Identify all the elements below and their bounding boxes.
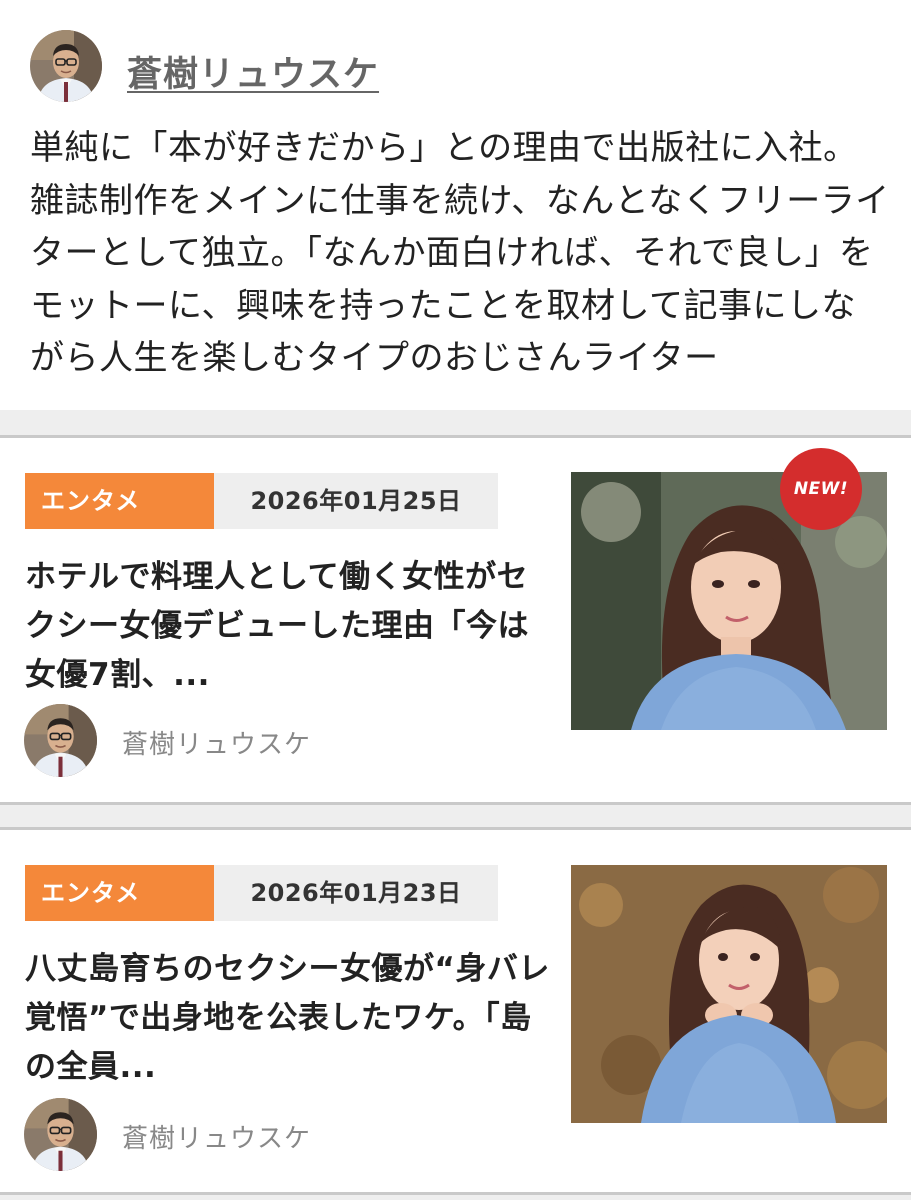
author-avatar <box>24 1098 97 1171</box>
article-card[interactable]: エンタメ 2026年01月25日 ホテルで料理人として働く女性がセクシー女優デビ… <box>0 441 911 802</box>
section-divider <box>0 802 911 830</box>
article-title[interactable]: 八丈島育ちのセクシー女優が“身バレ覚悟”で出身地を公表したワケ。「島の全員... <box>25 945 550 1092</box>
category-badge[interactable]: エンタメ <box>25 473 214 529</box>
author-profile: 蒼樹リュウスケ 単純に「本が好きだから」との理由で出版社に入社。雑誌制作をメイン… <box>0 0 911 410</box>
author-name-link[interactable]: 蒼樹リュウスケ <box>127 46 379 97</box>
article-card[interactable]: エンタメ 2026年01月23日 八丈島育ちのセクシー女優が“身バレ覚悟”で出身… <box>0 833 911 1192</box>
author-avatar[interactable] <box>30 30 102 102</box>
article-date: 2026年01月23日 <box>214 865 498 921</box>
article-author: 蒼樹リュウスケ <box>122 730 312 760</box>
author-bio: 単純に「本が好きだから」との理由で出版社に入社。雑誌制作をメインに仕事を続け、な… <box>30 128 890 378</box>
article-date: 2026年01月25日 <box>214 473 498 529</box>
section-divider <box>0 410 911 438</box>
article-title[interactable]: ホテルで料理人として働く女性がセクシー女優デビューした理由「今は女優7割、... <box>25 553 550 700</box>
section-divider <box>0 1192 911 1200</box>
category-badge[interactable]: エンタメ <box>25 865 214 921</box>
author-avatar <box>24 704 97 777</box>
new-badge: NEW! <box>780 448 862 530</box>
article-author: 蒼樹リュウスケ <box>122 1124 312 1154</box>
article-thumbnail[interactable] <box>571 865 887 1123</box>
